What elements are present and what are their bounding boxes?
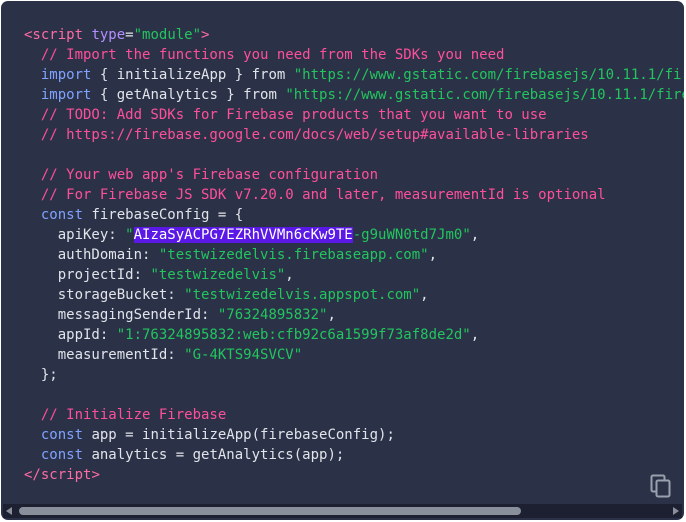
code-line: messagingSenderId: "76324895832", — [24, 305, 684, 325]
code-token: const — [40, 207, 84, 223]
code-token: > — [91, 467, 100, 483]
code-token: // For Firebase JS SDK v7.20.0 and later… — [40, 187, 606, 203]
code-token: , — [470, 327, 480, 343]
code-token: app = initializeApp(firebaseConfig); — [83, 427, 395, 443]
code-line: apiKey: "AIzaSyACPG7EZRhVVMn6cKw9TE-g9uW… — [24, 225, 684, 245]
code-token: "G-4KTS94SVCV" — [184, 347, 303, 363]
code-line: </script> — [24, 465, 684, 485]
code-line: storageBucket: "testwizedelvis.appspot.c… — [24, 285, 684, 305]
scrollbar-thumb[interactable] — [19, 507, 521, 515]
code-token: analytics = getAnalytics(app); — [83, 447, 345, 463]
code-line: measurementId: "G-4KTS94SVCV" — [24, 345, 684, 365]
code-token: appId: — [24, 327, 117, 343]
code-line: // Initialize Firebase — [24, 405, 684, 425]
code-token: "https://www.gstatic.com/firebasejs/10.1… — [293, 67, 684, 83]
code-line: <script type="module"> — [24, 25, 684, 45]
code-line: import { initializeApp } from "https://w… — [24, 65, 684, 85]
code-token: type — [91, 27, 126, 43]
code-line: const analytics = getAnalytics(app); — [24, 445, 684, 465]
code-token: authDomain: — [24, 247, 159, 263]
code-token: apiKey: — [24, 227, 126, 243]
code-token: , — [470, 227, 480, 243]
code-line: // TODO: Add SDKs for Firebase products … — [24, 105, 684, 125]
code-token: , — [327, 307, 336, 323]
code-token: </script — [24, 467, 92, 483]
selected-text: AIzaSyACPG7EZRhVVMn6cKw9TE — [133, 227, 353, 243]
code-token: "module" — [133, 27, 202, 43]
code-token: , — [428, 247, 438, 263]
code-line: // Import the functions you need from th… — [24, 45, 684, 65]
code-token: // TODO: Add SDKs for Firebase products … — [40, 107, 547, 123]
code-token: // Import the functions you need from th… — [40, 47, 505, 63]
code-line: // https://firebase.google.com/docs/web/… — [24, 125, 684, 145]
code-line: }; — [24, 365, 684, 385]
code-token: const — [40, 447, 84, 463]
code-block-panel: <script type="module"> // Import the fun… — [1, 1, 684, 520]
code-token: , — [420, 287, 429, 303]
code-token: "https://www.gstatic.com/firebasejs/10.1… — [285, 87, 684, 103]
code-line: authDomain: "testwizedelvis.firebaseapp.… — [24, 245, 684, 265]
code-token: > — [201, 27, 210, 43]
code-token: = — [125, 27, 134, 43]
code-token: " — [125, 227, 134, 243]
scroll-right-arrow-icon[interactable] — [673, 507, 679, 515]
code-token: import — [40, 67, 92, 83]
code-line: projectId: "testwizedelvis", — [24, 265, 684, 285]
code-line: appId: "1:76324895832:web:cfb92c6a1599f7… — [24, 325, 684, 345]
code-token: "testwizedelvis.appspot.com" — [184, 287, 421, 303]
code-token: // https://firebase.google.com/docs/web/… — [40, 127, 589, 143]
code-token: }; — [24, 367, 58, 383]
code-line: const app = initializeApp(firebaseConfig… — [24, 425, 684, 445]
code-token: -g9uWN0td7Jm0" — [352, 227, 471, 243]
code-token: // Your web app's Firebase configuration — [40, 167, 379, 183]
code-token: "76324895832" — [217, 307, 328, 323]
code-token: projectId: — [24, 267, 151, 283]
code-token: <script — [24, 27, 84, 43]
scroll-left-arrow-icon[interactable] — [6, 507, 12, 515]
code-line: // For Firebase JS SDK v7.20.0 and later… — [24, 185, 684, 205]
code-token: const — [40, 427, 84, 443]
code-line: import { getAnalytics } from "https://ww… — [24, 85, 684, 105]
code-line: const firebaseConfig = { — [24, 205, 684, 225]
code-token: measurementId: — [24, 347, 185, 363]
code-token: { getAnalytics } from — [91, 87, 286, 103]
code-line: // Your web app's Firebase configuration — [24, 165, 684, 185]
copy-code-button[interactable] — [650, 474, 672, 498]
code-token: { initializeApp } from — [91, 67, 294, 83]
horizontal-scrollbar[interactable] — [3, 504, 682, 518]
code-block[interactable]: <script type="module"> // Import the fun… — [24, 25, 684, 485]
code-token: messagingSenderId: — [24, 307, 218, 323]
code-token: import — [40, 87, 92, 103]
code-token: , — [285, 267, 294, 283]
code-token: // Initialize Firebase — [40, 407, 227, 423]
code-token: "1:76324895832:web:cfb92c6a1599f73af8de2… — [116, 327, 471, 343]
code-token: "testwizedelvis" — [150, 267, 286, 283]
copy-icon — [650, 474, 671, 498]
code-token: storageBucket: — [24, 287, 185, 303]
code-token: "testwizedelvis.firebaseapp.com" — [158, 247, 429, 263]
code-token: firebaseConfig = { — [83, 207, 244, 223]
